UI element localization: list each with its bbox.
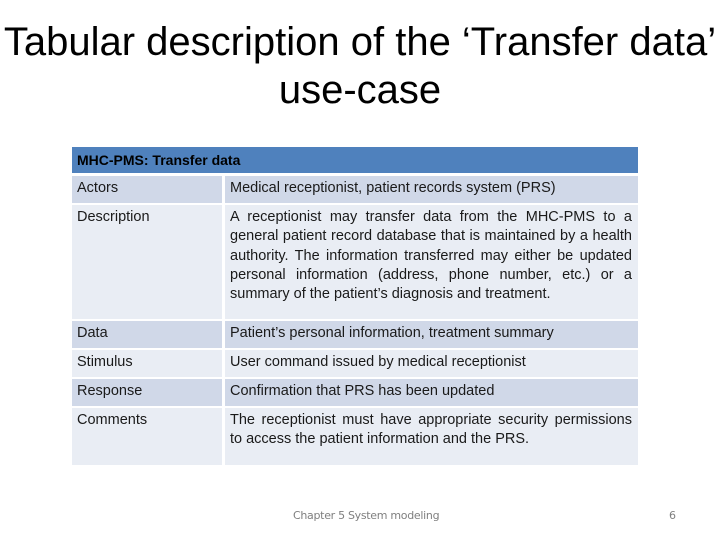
slide-title: Tabular description of the ‘Transfer dat… <box>3 20 717 112</box>
table-row-data: Data Patient’s personal information, tre… <box>72 321 638 348</box>
table-row-description: Description A receptionist may transfer … <box>72 205 638 319</box>
table-row-stimulus: Stimulus User command issued by medical … <box>72 350 638 377</box>
row-label: Description <box>72 205 222 319</box>
row-value: User command issued by medical reception… <box>225 350 638 377</box>
table-header: MHC-PMS: Transfer data <box>72 147 638 173</box>
table-row-comments: Comments The receptionist must have appr… <box>72 408 638 465</box>
row-label: Stimulus <box>72 350 222 377</box>
row-value: The receptionist must have appropriate s… <box>225 408 638 465</box>
table-row-actors: Actors Medical receptionist, patient rec… <box>72 176 638 203</box>
use-case-table: MHC-PMS: Transfer data Actors Medical re… <box>72 147 638 467</box>
row-label: Comments <box>72 408 222 465</box>
row-value: Patient’s personal information, treatmen… <box>225 321 638 348</box>
row-label: Response <box>72 379 222 406</box>
table-row-response: Response Confirmation that PRS has been … <box>72 379 638 406</box>
row-value: Confirmation that PRS has been updated <box>225 379 638 406</box>
row-label: Data <box>72 321 222 348</box>
row-value: Medical receptionist, patient records sy… <box>225 176 638 203</box>
page-number: 6 <box>669 509 676 522</box>
footer-chapter: Chapter 5 System modeling <box>293 509 440 522</box>
row-label: Actors <box>72 176 222 203</box>
row-value: A receptionist may transfer data from th… <box>225 205 638 319</box>
